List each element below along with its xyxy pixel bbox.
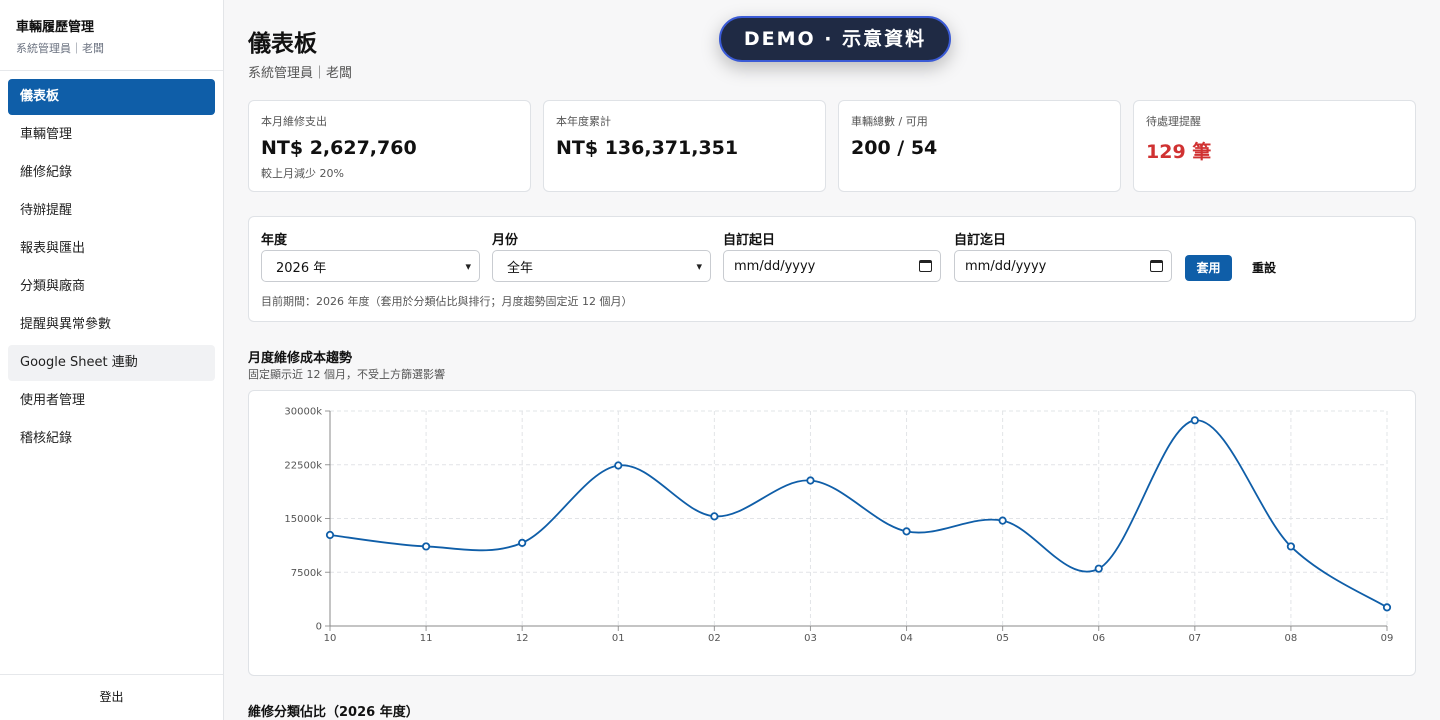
- month-label: 月份: [492, 233, 519, 248]
- chevron-down-icon: ▾: [465, 259, 471, 273]
- data-point: [421, 542, 431, 551]
- sidebar-item-reminders[interactable]: 待辦提醒: [8, 193, 215, 229]
- start-date-label: 自訂起日: [723, 233, 776, 248]
- kpi-label: 本年度累計: [556, 115, 611, 128]
- year-select[interactable]: 2026 年 ▾: [261, 250, 480, 282]
- sidebar-item-dashboard[interactable]: 儀表板: [8, 79, 215, 115]
- apply-button[interactable]: 套用: [1185, 255, 1232, 281]
- kpi-card-pending-reminders: 待處理提醒 129 筆: [1133, 100, 1416, 192]
- x-tick-label: 03: [804, 633, 817, 644]
- trend-section-title: 月度維修成本趨勢: [248, 351, 353, 366]
- y-tick-label: 15000k: [284, 514, 322, 525]
- x-tick-label: 01: [612, 633, 625, 644]
- trend-section-subtitle: 固定顯示近 12 個月，不受上方篩選影響: [248, 368, 445, 381]
- y-tick-label: 22500k: [284, 460, 322, 471]
- y-tick-label: 0: [316, 622, 322, 633]
- kpi-value: NT$ 2,627,760: [261, 137, 417, 159]
- sidebar-item-alert-params[interactable]: 提醒與異常參數: [8, 307, 215, 343]
- data-point: [518, 538, 527, 547]
- x-tick-label: 12: [516, 633, 529, 644]
- x-tick-label: 08: [1285, 633, 1298, 644]
- calendar-icon[interactable]: [1150, 260, 1163, 272]
- data-point: [614, 461, 623, 470]
- page-subtitle: 系統管理員｜老闆: [248, 66, 353, 81]
- reset-button[interactable]: 重設: [1243, 255, 1285, 281]
- chevron-down-icon: ▾: [696, 259, 702, 273]
- x-tick-label: 07: [1188, 633, 1201, 644]
- sidebar-item-categories-vendors[interactable]: 分類與廠商: [8, 269, 215, 305]
- data-point: [1286, 542, 1296, 551]
- sidebar-item-audit-log[interactable]: 稽核紀錄: [8, 421, 215, 457]
- month-select-value: 全年: [507, 260, 534, 276]
- x-tick-label: 10: [324, 633, 337, 644]
- y-tick-label: 30000k: [284, 407, 322, 418]
- kpi-value: 200 / 54: [851, 137, 938, 159]
- page-title: 儀表板: [248, 31, 317, 57]
- kpi-label: 本月維修支出: [261, 115, 327, 128]
- demo-badge: DEMO · 示意資料: [719, 16, 951, 62]
- x-tick-label: 04: [900, 633, 913, 644]
- kpi-value: 129 筆: [1146, 141, 1212, 163]
- start-date-input[interactable]: mm/dd/yyyy: [723, 250, 941, 282]
- data-point: [1094, 564, 1103, 573]
- user-role: 系統管理員｜老闆: [16, 42, 104, 55]
- data-point: [998, 516, 1007, 525]
- kpi-card-monthly-spend: 本月維修支出 NT$ 2,627,760 較上月減少 20%: [248, 100, 531, 192]
- start-date-placeholder: mm/dd/yyyy: [734, 258, 816, 274]
- sidebar-item-reports[interactable]: 報表與匯出: [8, 231, 215, 267]
- y-tick-label: 7500k: [291, 568, 322, 579]
- data-point: [325, 530, 335, 540]
- sidebar-nav: 儀表板 車輛管理 維修紀錄 待辦提醒 報表與匯出 分類與廠商 提醒與異常參數 G…: [0, 71, 223, 467]
- kpi-label: 待處理提醒: [1146, 115, 1201, 128]
- sidebar: 車輛履歷管理 系統管理員｜老闆 儀表板 車輛管理 維修紀錄 待辦提醒 報表與匯出…: [0, 0, 224, 720]
- sidebar-item-google-sheet[interactable]: Google Sheet 連動: [8, 345, 215, 381]
- kpi-note: 較上月減少 20%: [261, 167, 344, 180]
- kpi-card-ytd-total: 本年度累計 NT$ 136,371,351: [543, 100, 826, 192]
- main-content: 儀表板 系統管理員｜老闆 DEMO · 示意資料 本月維修支出 NT$ 2,62…: [224, 0, 1440, 720]
- category-section-title: 維修分類佔比（2026 年度）: [248, 705, 419, 720]
- year-label: 年度: [261, 233, 288, 248]
- sidebar-item-maintenance-records[interactable]: 維修紀錄: [8, 155, 215, 191]
- x-tick-label: 05: [996, 633, 1009, 644]
- app-title: 車輛履歷管理: [16, 20, 95, 35]
- calendar-icon[interactable]: [919, 260, 932, 272]
- x-tick-label: 06: [1092, 633, 1105, 644]
- data-point: [806, 476, 815, 485]
- sidebar-item-users[interactable]: 使用者管理: [8, 383, 215, 419]
- x-tick-label: 11: [420, 633, 433, 644]
- x-tick-label: 09: [1381, 633, 1394, 644]
- trend-chart-card: 0 7500k 15000k 22500k 30000k 10 11 12 01 02 03 04 05…: [248, 390, 1416, 676]
- data-point: [710, 512, 719, 521]
- end-date-placeholder: mm/dd/yyyy: [965, 258, 1047, 274]
- brand: 車輛履歷管理 系統管理員｜老闆: [0, 0, 223, 71]
- trend-chart: 0 7500k 15000k 22500k 30000k 10 11 12 01 02 03 04 05…: [284, 407, 1394, 645]
- period-note: 目前期間：2026 年度（套用於分類佔比與排行；月度趨勢固定近 12 個月）: [261, 295, 633, 308]
- year-select-value: 2026 年: [276, 260, 327, 276]
- kpi-card-vehicle-count: 車輛總數 / 可用 200 / 54: [838, 100, 1121, 192]
- sidebar-item-vehicles[interactable]: 車輛管理: [8, 117, 215, 153]
- kpi-value: NT$ 136,371,351: [556, 137, 739, 159]
- month-select[interactable]: 全年 ▾: [492, 250, 711, 282]
- series-line: [329, 419, 1388, 609]
- end-date-label: 自訂迄日: [954, 233, 1007, 248]
- data-point: [902, 527, 911, 536]
- kpi-label: 車輛總數 / 可用: [851, 115, 928, 128]
- logout-button[interactable]: 登出: [0, 674, 223, 720]
- filter-panel: 年度 2026 年 ▾ 月份 全年 ▾ 自訂起日 mm/dd/yyyy 自訂迄日…: [248, 216, 1416, 322]
- data-point: [1382, 603, 1392, 612]
- data-point: [1190, 416, 1199, 425]
- x-tick-label: 02: [708, 633, 721, 644]
- end-date-input[interactable]: mm/dd/yyyy: [954, 250, 1172, 282]
